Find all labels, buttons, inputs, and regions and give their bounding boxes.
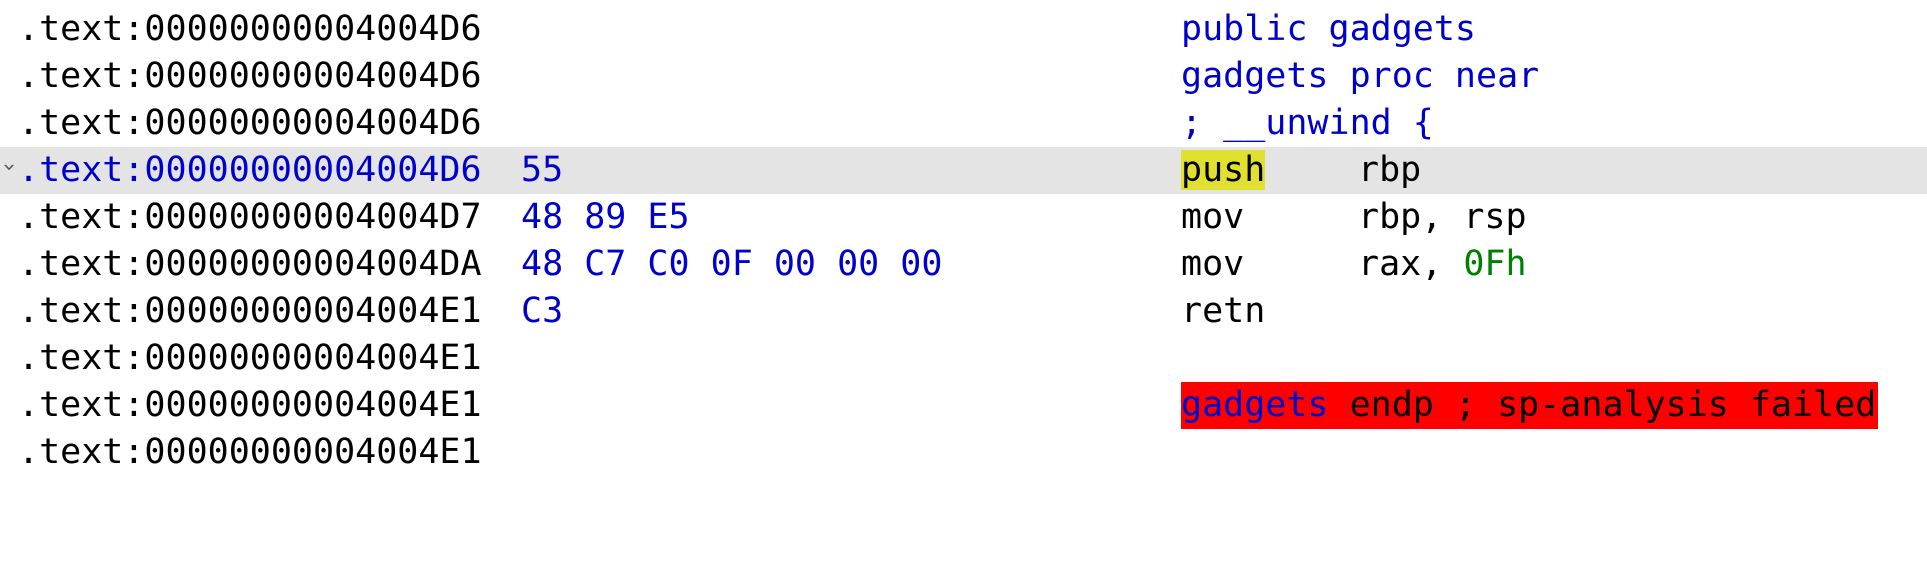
instruction[interactable]: push rbp <box>1181 147 1421 194</box>
opcode-bytes: 48 89 E5 <box>521 197 690 237</box>
opcode-bytes: 48 C7 C0 0F 00 00 00 <box>521 244 943 284</box>
listing-line[interactable]: .text:00000000004004E1 gadgets endp ; sp… <box>0 382 1927 429</box>
line-address: .text:00000000004004D6 <box>18 56 482 96</box>
line-address: .text:00000000004004E1 <box>18 385 482 425</box>
instruction-operands: rax, <box>1358 244 1464 284</box>
instruction-mnemonic: mov <box>1181 197 1245 237</box>
instruction-operands: rbp, rsp <box>1358 197 1527 237</box>
listing-line[interactable]: .text:00000000004004E1 C3 retn <box>0 288 1927 335</box>
opcode-bytes: C3 <box>521 291 564 331</box>
listing-line-selected[interactable]: › .text:00000000004004D6 55 pushrbp <box>0 147 1927 194</box>
instruction[interactable]: mov rbp, rsp <box>1181 194 1527 241</box>
proc-declaration[interactable]: gadgets proc near <box>1181 53 1539 100</box>
listing-line[interactable]: .text:00000000004004D6 gadgets proc near <box>0 53 1927 100</box>
opcode-bytes: 55 <box>521 150 564 190</box>
cursor-highlight-mnemonic[interactable]: push <box>1181 150 1266 190</box>
instruction[interactable]: mov rax, 0Fh <box>1181 241 1527 288</box>
immediate-value: 0Fh <box>1463 244 1527 284</box>
line-address: .text:00000000004004D6 <box>18 150 482 190</box>
public-directive[interactable]: public gadgets <box>1181 6 1476 53</box>
instruction-mnemonic: retn <box>1181 291 1266 331</box>
sp-analysis-error-highlight: gadgets endp ; sp-analysis failed <box>1181 382 1879 429</box>
listing-line[interactable]: .text:00000000004004D6 public gadgets <box>0 6 1927 53</box>
line-address: .text:00000000004004D7 <box>18 197 482 237</box>
endp-error-line[interactable]: gadgets endp ; sp-analysis failed <box>1181 382 1879 429</box>
line-address: .text:00000000004004D6 <box>18 9 482 49</box>
line-address: .text:00000000004004DA <box>18 244 482 284</box>
listing-line[interactable]: .text:00000000004004DA 48 C7 C0 0F 00 00… <box>0 241 1927 288</box>
function-name-link[interactable]: gadgets <box>1181 385 1329 425</box>
listing-line[interactable]: .text:00000000004004D6 ; __unwind { <box>0 100 1927 147</box>
line-address: .text:00000000004004E1 <box>18 291 482 331</box>
disassembly-listing[interactable]: .text:00000000004004D6 public gadgets .t… <box>0 6 1927 476</box>
instruction-mnemonic: mov <box>1181 244 1245 284</box>
line-address: .text:00000000004004E1 <box>18 338 482 378</box>
listing-line[interactable]: .text:00000000004004E1 <box>0 429 1927 476</box>
listing-line[interactable]: .text:00000000004004E1 <box>0 335 1927 382</box>
instruction-operands: rbp <box>1358 150 1422 190</box>
instruction[interactable]: retn <box>1181 288 1358 335</box>
listing-line[interactable]: .text:00000000004004D7 48 89 E5 mov rbp, … <box>0 194 1927 241</box>
endp-text: endp ; sp-analysis failed <box>1328 385 1877 425</box>
unwind-comment: ; __unwind { <box>1181 103 1434 143</box>
line-address: .text:00000000004004D6 <box>18 103 482 143</box>
line-address: .text:00000000004004E1 <box>18 432 482 472</box>
